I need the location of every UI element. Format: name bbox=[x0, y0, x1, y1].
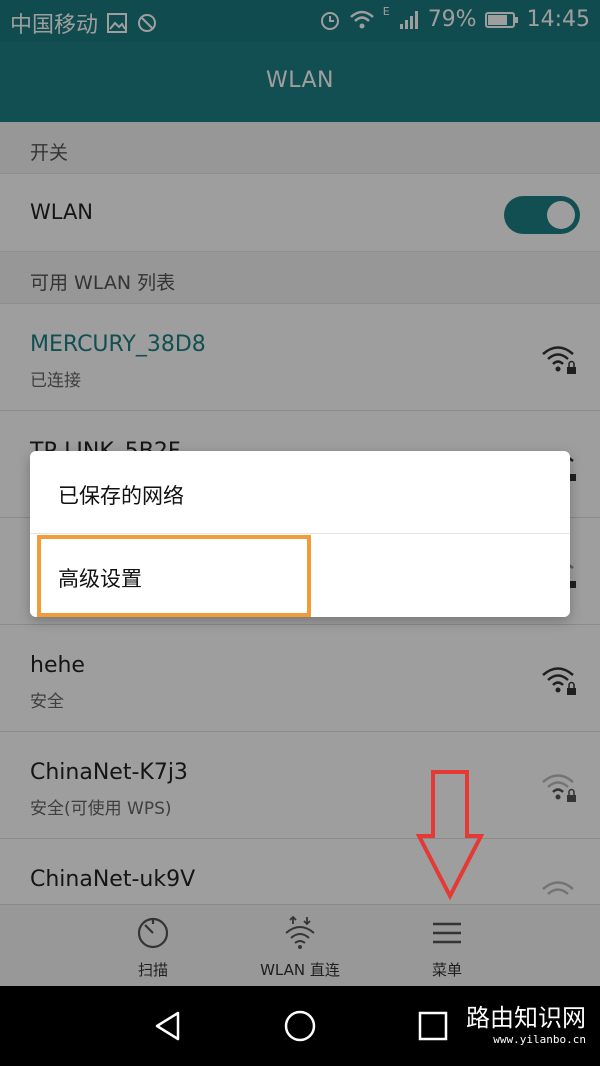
watermark: 路由知识网 www.yilanbo.cn bbox=[466, 998, 586, 1046]
down-arrow-annotation bbox=[415, 770, 485, 900]
home-icon[interactable] bbox=[282, 1008, 318, 1044]
watermark-title: 路由知识网 bbox=[466, 1004, 586, 1032]
recent-apps-icon[interactable] bbox=[415, 1008, 451, 1044]
back-icon[interactable] bbox=[150, 1008, 186, 1044]
watermark-url: www.yilanbo.cn bbox=[493, 1033, 586, 1046]
system-nav-bar: 路由知识网 www.yilanbo.cn bbox=[0, 986, 600, 1066]
highlight-box bbox=[37, 535, 311, 617]
menu-item-saved-networks[interactable]: 已保存的网络 bbox=[30, 451, 570, 534]
